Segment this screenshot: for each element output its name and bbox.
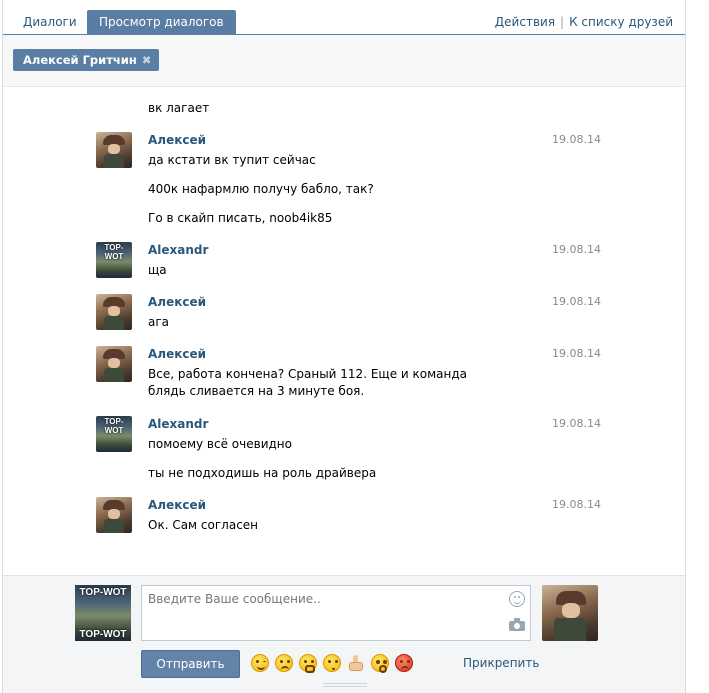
message-history: вк лагает Алексей 19.08.14 да кстати вк … [3,88,685,575]
message-author[interactable]: Alexandr [148,242,208,258]
crying-emoji-icon[interactable] [275,654,293,672]
message-author[interactable]: Алексей [148,497,206,513]
message-text: Ок. Сам согласен [148,518,259,532]
message-text: 400к нафармлю получу бабло, так? [148,182,374,196]
avatar[interactable]: TOP-WOT [96,416,132,452]
message-text: ща [148,263,167,277]
smile-icon[interactable] [509,591,525,607]
thumbs-up-icon[interactable] [347,654,365,672]
dialog-window: Диалоги Просмотр диалогов Действия | К спи… [2,0,686,693]
message-composer: TOP-WOT TOP-WOT Отправить Прикрепить [3,575,685,693]
avatar-wot-text: TOP-WOT [79,587,127,598]
message-text: Го в скайп писать, noob4ik85 [148,211,333,225]
friends-list-link[interactable]: К списку друзей [569,15,673,29]
message-author[interactable]: Alexandr [148,416,208,432]
participant-chip: Алексей Гритчин ✖ [13,49,160,71]
message-date: 19.08.14 [552,243,601,256]
header-links: Действия | К списку друзей [495,10,673,34]
surprised-emoji-icon[interactable] [371,654,389,673]
scared-emoji-icon[interactable] [299,654,317,673]
camera-icon[interactable] [509,618,525,631]
angry-emoji-icon[interactable] [395,654,413,672]
link-separator: | [560,15,565,29]
participant-name: Алексей Гритчин [23,53,137,67]
message-date: 19.08.14 [552,295,601,308]
tab-dialogs[interactable]: Диалоги [23,10,77,35]
message-date: 19.08.14 [552,417,601,430]
avatar[interactable] [96,132,132,168]
filter-bar: Алексей Гритчин ✖ [3,35,685,87]
message-input[interactable] [141,585,531,641]
peer-avatar[interactable] [542,585,598,641]
avatar-wot-text: TOP-WOT [79,629,127,640]
my-avatar[interactable]: TOP-WOT TOP-WOT [75,585,131,641]
resize-handle[interactable] [323,683,367,690]
send-button[interactable]: Отправить [141,650,240,678]
kiss-emoji-icon[interactable] [323,654,341,672]
message-author[interactable]: Алексей [148,132,206,148]
message-text: вк лагает [148,101,210,115]
wink-emoji-icon[interactable] [251,654,269,672]
message-date: 19.08.14 [552,498,601,511]
actions-link[interactable]: Действия [495,15,555,29]
message-text: помоему всё очевидно [148,437,292,451]
message-date: 19.08.14 [552,347,601,360]
message-author[interactable]: Алексей [148,294,206,310]
avatar-wot-text: TOP-WOT [104,417,124,435]
tab-bar: Диалоги Просмотр диалогов Действия | К спи… [3,0,685,35]
message-text: да кстати вк тупит сейчас [148,153,316,167]
avatar-wot-text: TOP-WOT [104,243,124,261]
remove-icon[interactable]: ✖ [142,53,152,67]
message-text: Все, работа кончена? Сраный 112. Еще и к… [148,367,468,398]
attach-link[interactable]: Прикрепить [463,656,539,670]
message-text: ага [148,315,170,329]
avatar[interactable]: TOP-WOT [96,242,132,278]
message-author[interactable]: Алексей [148,346,206,362]
avatar[interactable] [96,346,132,382]
avatar[interactable] [96,294,132,330]
message-text: ты не подходишь на роль драйвера [148,466,377,480]
tab-view-dialogs[interactable]: Просмотр диалогов [87,10,236,35]
message-date: 19.08.14 [552,133,601,146]
avatar[interactable] [96,497,132,533]
